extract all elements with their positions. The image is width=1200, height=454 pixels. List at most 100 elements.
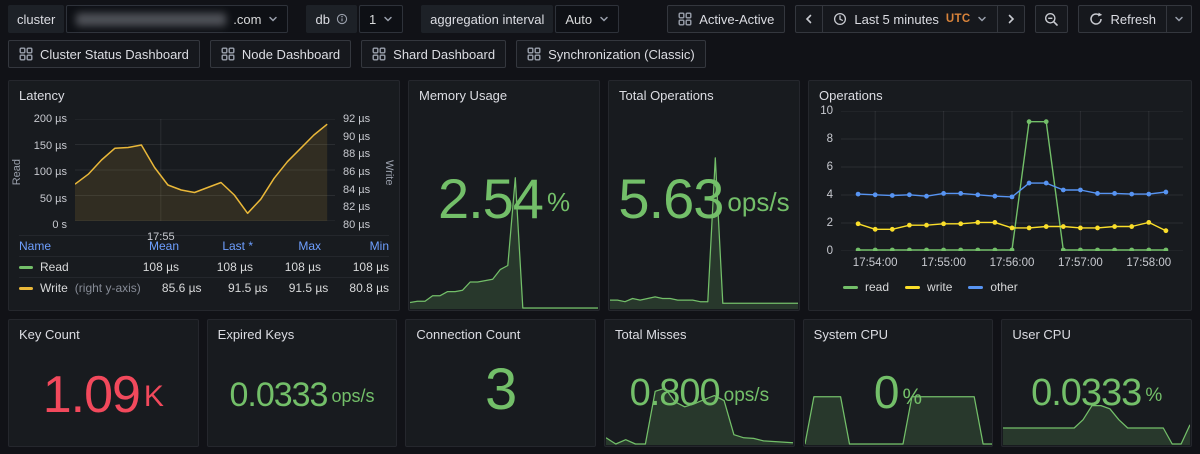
panel-title[interactable]: Latency [9,81,399,103]
panel-total-misses: Total Misses 0.800 ops/s [604,319,795,447]
left-axis-tick-label: 100 µs [33,166,67,178]
legend-row-write[interactable]: Write (right y-axis) 85.6 µs 91.5 µs 91.… [19,277,389,298]
total-operations-stat: 5.63 ops/s [609,81,799,310]
stat-value: 3 [485,357,517,423]
timezone-label: UTC [945,13,971,25]
stat-unit: ops/s [727,187,790,218]
link-label: Shard Dashboard [393,46,496,62]
right-axis-ticks: 92 µs 90 µs 88 µs 86 µs 84 µs 82 µs 80 µs [335,114,381,231]
link-node-dashboard[interactable]: Node Dashboard [209,40,352,68]
read-max: 108 µs [284,260,321,274]
panel-title[interactable]: User CPU [1002,320,1191,342]
operations-plot-area[interactable] [841,110,1183,253]
series-name: Read [40,260,69,274]
dashboard-grid-icon [678,12,692,26]
left-axis-title: Read [11,159,23,186]
x-axis-tick-label: 17:57:00 [1058,257,1103,269]
stat-value: 0 [873,366,900,419]
legend-item-other[interactable]: other [968,280,1018,294]
db-var-label-text: db [315,11,330,27]
write-mean: 85.6 µs [161,281,202,295]
legend-label: read [865,280,890,294]
link-cluster-status-dashboard[interactable]: Cluster Status Dashboard [8,40,200,68]
stat-value: 0.0333 [1031,371,1142,414]
legend-label: write [927,280,953,294]
variable-aggregation-interval: aggregation interval Auto [421,5,620,33]
db-var-value: 1 [368,11,377,27]
panel-title[interactable]: Key Count [9,320,198,342]
x-axis-tick-label: 17:56:00 [989,257,1035,269]
series-axis-note: (right y-axis) [74,281,141,295]
db-var-select[interactable]: 1 [358,5,404,33]
magnifier-minus-icon [1044,12,1059,27]
link-synchronization-classic[interactable]: Synchronization (Classic) [516,40,706,68]
panel-title[interactable]: Operations [809,81,1191,103]
panel-title[interactable]: Total Misses [605,320,794,342]
panel-title[interactable]: Connection Count [406,320,595,342]
dashboard-grid-icon [19,47,33,61]
zoom-out-time-button[interactable] [1035,5,1069,33]
write-max: 91.5 µs [288,281,329,295]
link-shard-dashboard[interactable]: Shard Dashboard [361,40,507,68]
left-axis-tick-label: 150 µs [33,139,67,152]
cluster-var-label: cluster [8,5,65,33]
refresh-label: Refresh [1110,11,1156,27]
legend-row-read[interactable]: Read 108 µs 108 µs 108 µs 108 µs [19,256,389,277]
time-controls: Active-Active Last 5 minutes UTC Refresh [667,5,1192,33]
link-label: Node Dashboard [241,46,341,62]
legend-header-last[interactable]: Last * [179,239,253,253]
panel-row-top: Latency Read 200 µs 150 µs 100 µs 50 µs 0 s … [0,74,1200,311]
left-axis-tick-label: 50 µs [39,192,67,205]
info-circle-icon [336,13,348,25]
stat-value: 5.63 [618,166,724,230]
chevron-down-icon [977,14,987,24]
panel-user-cpu: User CPU 0.0333 % [1001,319,1192,447]
legend-header-min[interactable]: Min [321,239,389,253]
latency-chart-svg [74,118,335,222]
write-min: 80.8 µs [349,281,390,295]
panel-title[interactable]: System CPU [804,320,993,342]
legend-header-max[interactable]: Max [253,239,321,253]
right-axis-tick-label: 84 µs [343,183,371,196]
aggregation-var-select[interactable]: Auto [555,5,620,33]
legend-header-name[interactable]: Name [19,239,111,253]
other-series-swatch [968,285,984,289]
time-picker-group: Last 5 minutes UTC [795,5,1026,33]
stat-value: 0.800 [629,371,721,414]
time-range-picker[interactable]: Last 5 minutes UTC [822,5,999,33]
time-range-label: Last 5 minutes [854,11,939,27]
time-shift-forward-button[interactable] [997,5,1026,33]
legend-item-write[interactable]: write [905,280,952,294]
right-axis-title: Write [383,159,395,186]
stat-unit: % [546,187,571,218]
panel-title[interactable]: Memory Usage [409,81,599,103]
write-series-swatch [19,286,33,290]
refresh-interval-dropdown[interactable] [1166,5,1192,33]
panel-system-cpu: System CPU 0 % [802,319,994,447]
x-axis-tick-label: 17:54:00 [852,257,898,269]
cluster-var-select[interactable]: .com [66,5,289,33]
panel-title[interactable]: Expired Keys [208,320,397,342]
legend-item-read[interactable]: read [843,280,889,294]
write-last: 91.5 µs [227,281,268,295]
time-shift-back-button[interactable] [795,5,824,33]
read-series-swatch [19,265,33,269]
latency-plot-area[interactable]: 17:55 [74,118,335,243]
active-active-link-button[interactable]: Active-Active [667,5,786,33]
chevron-down-icon [268,14,278,24]
x-axis-tick-label: 17:58:00 [1126,257,1172,269]
panel-title[interactable]: Total Operations [609,81,799,103]
chevron-down-icon [599,14,609,24]
panel-connection-count: Connection Count 3 [405,319,596,447]
left-axis-ticks: 200 µs 150 µs 100 µs 50 µs 0 s [25,114,75,231]
db-var-label: db [306,5,357,33]
active-active-label: Active-Active [699,11,775,27]
right-axis-tick-label: 80 µs [343,218,371,231]
right-axis-tick-label: 88 µs [343,148,371,161]
memory-usage-stat: 2.54 % [409,81,599,310]
right-axis-tick-label: 90 µs [343,130,371,143]
refresh-button[interactable]: Refresh [1078,5,1167,33]
legend-label: other [990,280,1018,294]
x-axis-tick-label: 17:55 [147,231,175,243]
stat-value: 1.09 [42,365,141,424]
